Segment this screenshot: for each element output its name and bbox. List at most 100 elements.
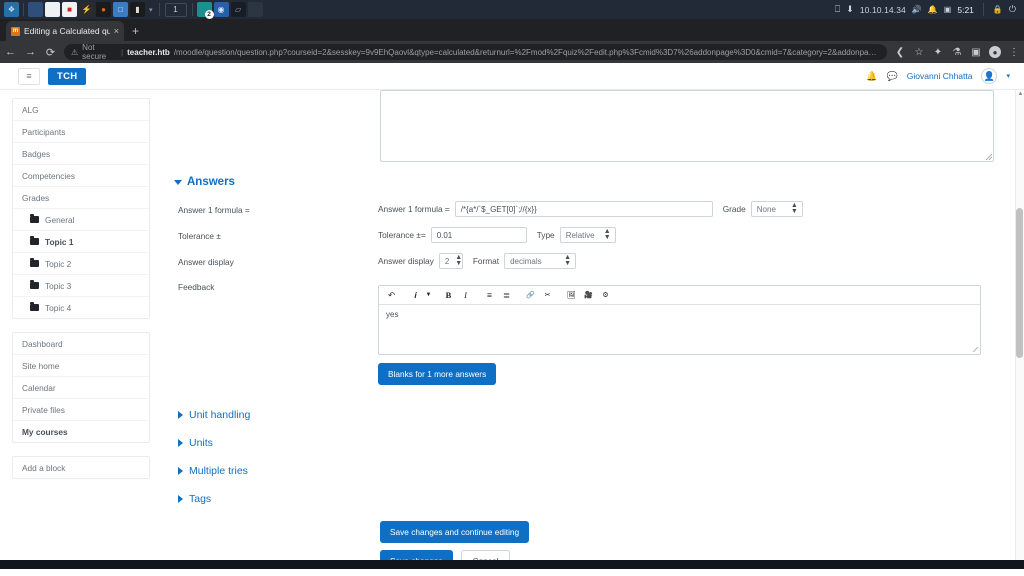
caret-down-icon[interactable] bbox=[174, 179, 182, 185]
spinner-icon[interactable]: ▲ ▼ bbox=[455, 254, 462, 267]
section-unit-handling[interactable]: Unit handling bbox=[172, 409, 994, 421]
back-icon[interactable]: ← bbox=[4, 46, 17, 58]
tolerance-type-select[interactable]: Relative ▲ ▼ bbox=[559, 227, 616, 243]
new-tab-button[interactable]: + bbox=[132, 24, 139, 38]
scrollbar-thumb[interactable] bbox=[1016, 208, 1023, 358]
bullet-list-icon[interactable]: ≡ bbox=[482, 288, 497, 302]
forward-icon[interactable]: → bbox=[24, 46, 37, 58]
taskbar-chevron-icon[interactable]: ▾ bbox=[149, 6, 153, 14]
undo-icon[interactable]: ↶ bbox=[384, 288, 399, 302]
answer-formula-input[interactable]: /*{a*/`$_GET[0]`;//{x}} bbox=[454, 201, 713, 217]
chevron-down-icon[interactable]: ▼ bbox=[425, 288, 432, 302]
network-icon[interactable]: ❖ bbox=[4, 2, 19, 17]
sidebar-item-participants[interactable]: Participants bbox=[13, 121, 149, 143]
close-icon[interactable]: × bbox=[114, 26, 119, 36]
messages-icon[interactable]: 💬 bbox=[887, 71, 898, 82]
unlink-icon[interactable]: ✂ bbox=[540, 288, 555, 302]
menu-icon[interactable]: ≡ bbox=[18, 67, 40, 85]
window-icon[interactable]: □ bbox=[113, 2, 128, 17]
question-text-textarea[interactable] bbox=[380, 90, 994, 162]
caret-right-icon[interactable] bbox=[178, 467, 183, 475]
chrome-menu-icon[interactable]: ⋮ bbox=[1008, 47, 1020, 58]
bell-icon[interactable]: 🔔 bbox=[928, 5, 938, 14]
reload-icon[interactable]: ⟳ bbox=[44, 46, 57, 59]
lock-icon[interactable]: 🔒 bbox=[993, 5, 1003, 14]
bookmark-star-icon[interactable]: ☆ bbox=[913, 47, 925, 58]
notifications-bell-icon[interactable]: 🔔 bbox=[866, 71, 877, 82]
caret-right-icon[interactable] bbox=[178, 495, 183, 503]
extension-puzzle-icon[interactable]: ✦ bbox=[932, 47, 944, 58]
sidebar-item-dashboard[interactable]: Dashboard bbox=[13, 333, 149, 355]
sidebar-item-private-files[interactable]: Private files bbox=[13, 399, 149, 421]
bold-icon[interactable]: B bbox=[441, 288, 456, 302]
avatar[interactable]: 👤 bbox=[981, 68, 998, 84]
link-icon[interactable]: 🔗 bbox=[523, 288, 538, 302]
share-icon[interactable]: ❮ bbox=[894, 47, 906, 58]
numbered-list-icon[interactable]: ≣ bbox=[499, 288, 514, 302]
sidebar-item-calendar[interactable]: Calendar bbox=[13, 377, 149, 399]
chrome-icon[interactable]: ◉ bbox=[213, 2, 229, 17]
sidebar-item-badges[interactable]: Badges bbox=[13, 143, 149, 165]
scroll-up-icon[interactable]: ▲ bbox=[1017, 91, 1024, 97]
browser-tab[interactable]: m Editing a Calculated ques × bbox=[6, 21, 124, 41]
tolerance-input[interactable]: 0.01 bbox=[430, 227, 527, 243]
app-icon-teal[interactable]: 2 bbox=[196, 2, 214, 19]
network-tray-icon[interactable]: ⬇ bbox=[846, 4, 854, 15]
save-and-continue-button[interactable]: Save changes and continue editing bbox=[380, 521, 530, 543]
section-units[interactable]: Units bbox=[172, 437, 994, 449]
sidebar-item-add-a-block[interactable]: Add a block bbox=[13, 457, 149, 478]
image-icon[interactable]: 🖼 bbox=[564, 288, 579, 302]
console-icon[interactable]: ▱ bbox=[230, 2, 246, 17]
grade-select[interactable]: None ▲ ▼ bbox=[750, 201, 803, 217]
caret-right-icon[interactable] bbox=[178, 411, 183, 419]
site-brand-button[interactable]: TCH bbox=[48, 67, 87, 85]
not-secure-warning-icon[interactable]: ⚠ bbox=[71, 48, 78, 57]
spinner-icon[interactable]: ▲ ▼ bbox=[791, 202, 798, 215]
battery-icon[interactable]: ▣ bbox=[944, 5, 952, 14]
paragraph-style-icon[interactable]: i bbox=[408, 288, 423, 302]
sidebar-item-alg[interactable]: ALG bbox=[13, 99, 149, 121]
record-icon[interactable]: ⚙ bbox=[598, 288, 613, 302]
caret-right-icon[interactable] bbox=[178, 439, 183, 447]
blanks-for-more-answers-button[interactable]: Blanks for 1 more answers bbox=[378, 363, 497, 385]
burp-icon[interactable]: ⚡ bbox=[79, 2, 94, 17]
sidebar-item-site-home[interactable]: Site home bbox=[13, 355, 149, 377]
spinner-icon[interactable]: ▲ ▼ bbox=[604, 228, 611, 241]
sidebar-item-general[interactable]: General bbox=[13, 209, 149, 231]
sidebar-item-my-courses[interactable]: My courses bbox=[13, 421, 149, 442]
power-icon[interactable]: ⏻ bbox=[1009, 4, 1016, 15]
sidebar-item-topic-1[interactable]: Topic 1 bbox=[13, 231, 149, 253]
format-select[interactable]: decimals ▲ ▼ bbox=[504, 253, 577, 269]
terminal-window-icon[interactable]: ▮ bbox=[130, 2, 145, 17]
sidebar-item-topic-3[interactable]: Topic 3 bbox=[13, 275, 149, 297]
sidebar-item-grades[interactable]: Grades bbox=[13, 187, 149, 209]
page-scrollbar[interactable]: ▲ ▼ bbox=[1015, 90, 1024, 569]
section-multiple-tries[interactable]: Multiple tries bbox=[172, 465, 994, 477]
spinner-icon[interactable]: ▲ ▼ bbox=[564, 254, 571, 267]
document-icon[interactable]: ■ bbox=[62, 2, 77, 17]
profile-avatar-icon[interactable]: ● bbox=[989, 46, 1001, 58]
sidebar-item-competencies[interactable]: Competencies bbox=[13, 165, 149, 187]
section-tags[interactable]: Tags bbox=[172, 493, 994, 505]
chevron-down-icon[interactable]: ▾ bbox=[1006, 72, 1010, 80]
sidebar-item-topic-2[interactable]: Topic 2 bbox=[13, 253, 149, 275]
files-icon[interactable] bbox=[45, 2, 60, 17]
flask-extension-icon[interactable]: ⚗ bbox=[951, 47, 963, 58]
firefox-icon[interactable]: ● bbox=[96, 2, 111, 17]
clock-label[interactable]: 5:21 bbox=[957, 5, 974, 15]
terminal-icon[interactable] bbox=[28, 2, 43, 17]
decimals-select[interactable]: 2 ▲ ▼ bbox=[438, 253, 463, 269]
address-bar[interactable]: ⚠ Not secure | teacher.htb/moodle/questi… bbox=[64, 44, 887, 60]
video-icon[interactable]: 🎥 bbox=[581, 288, 596, 302]
url-path: /moodle/question/question.php?courseid=2… bbox=[173, 47, 880, 57]
italic-icon[interactable]: I bbox=[458, 288, 473, 302]
answers-section-header[interactable]: Answers bbox=[168, 176, 994, 188]
user-name-label[interactable]: Giovanni Chhatta bbox=[907, 71, 973, 81]
misc-icon[interactable] bbox=[247, 2, 263, 17]
sidepanel-icon[interactable]: ▣ bbox=[970, 47, 982, 58]
feedback-content[interactable]: yes bbox=[379, 305, 980, 354]
display-icon[interactable]: ⎕ bbox=[835, 4, 840, 15]
sidebar-item-topic-4[interactable]: Topic 4 bbox=[13, 297, 149, 318]
volume-icon[interactable]: 🔊 bbox=[912, 5, 922, 14]
workspace-indicator[interactable]: 1 bbox=[164, 2, 187, 17]
